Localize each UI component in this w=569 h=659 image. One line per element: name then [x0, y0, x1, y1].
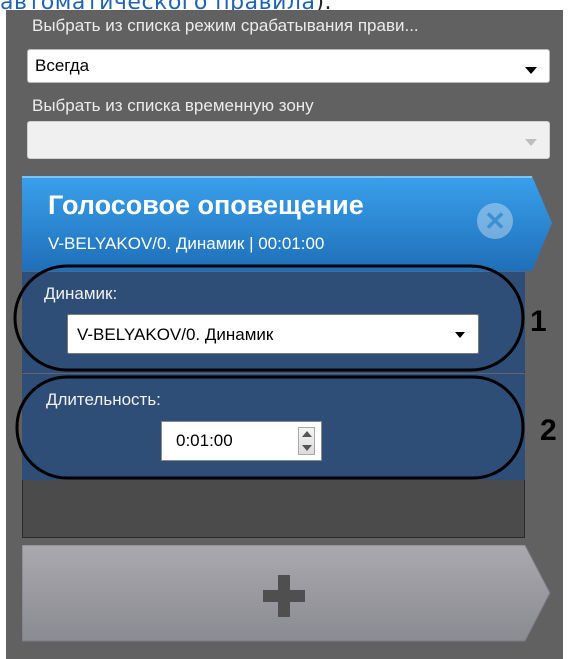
- callout-outline-1: [13, 264, 525, 372]
- plus-icon: [263, 575, 305, 617]
- callout-number-1: 1: [530, 305, 547, 338]
- callout-number-2: 2: [540, 414, 557, 447]
- callout-outline-2: [15, 375, 525, 480]
